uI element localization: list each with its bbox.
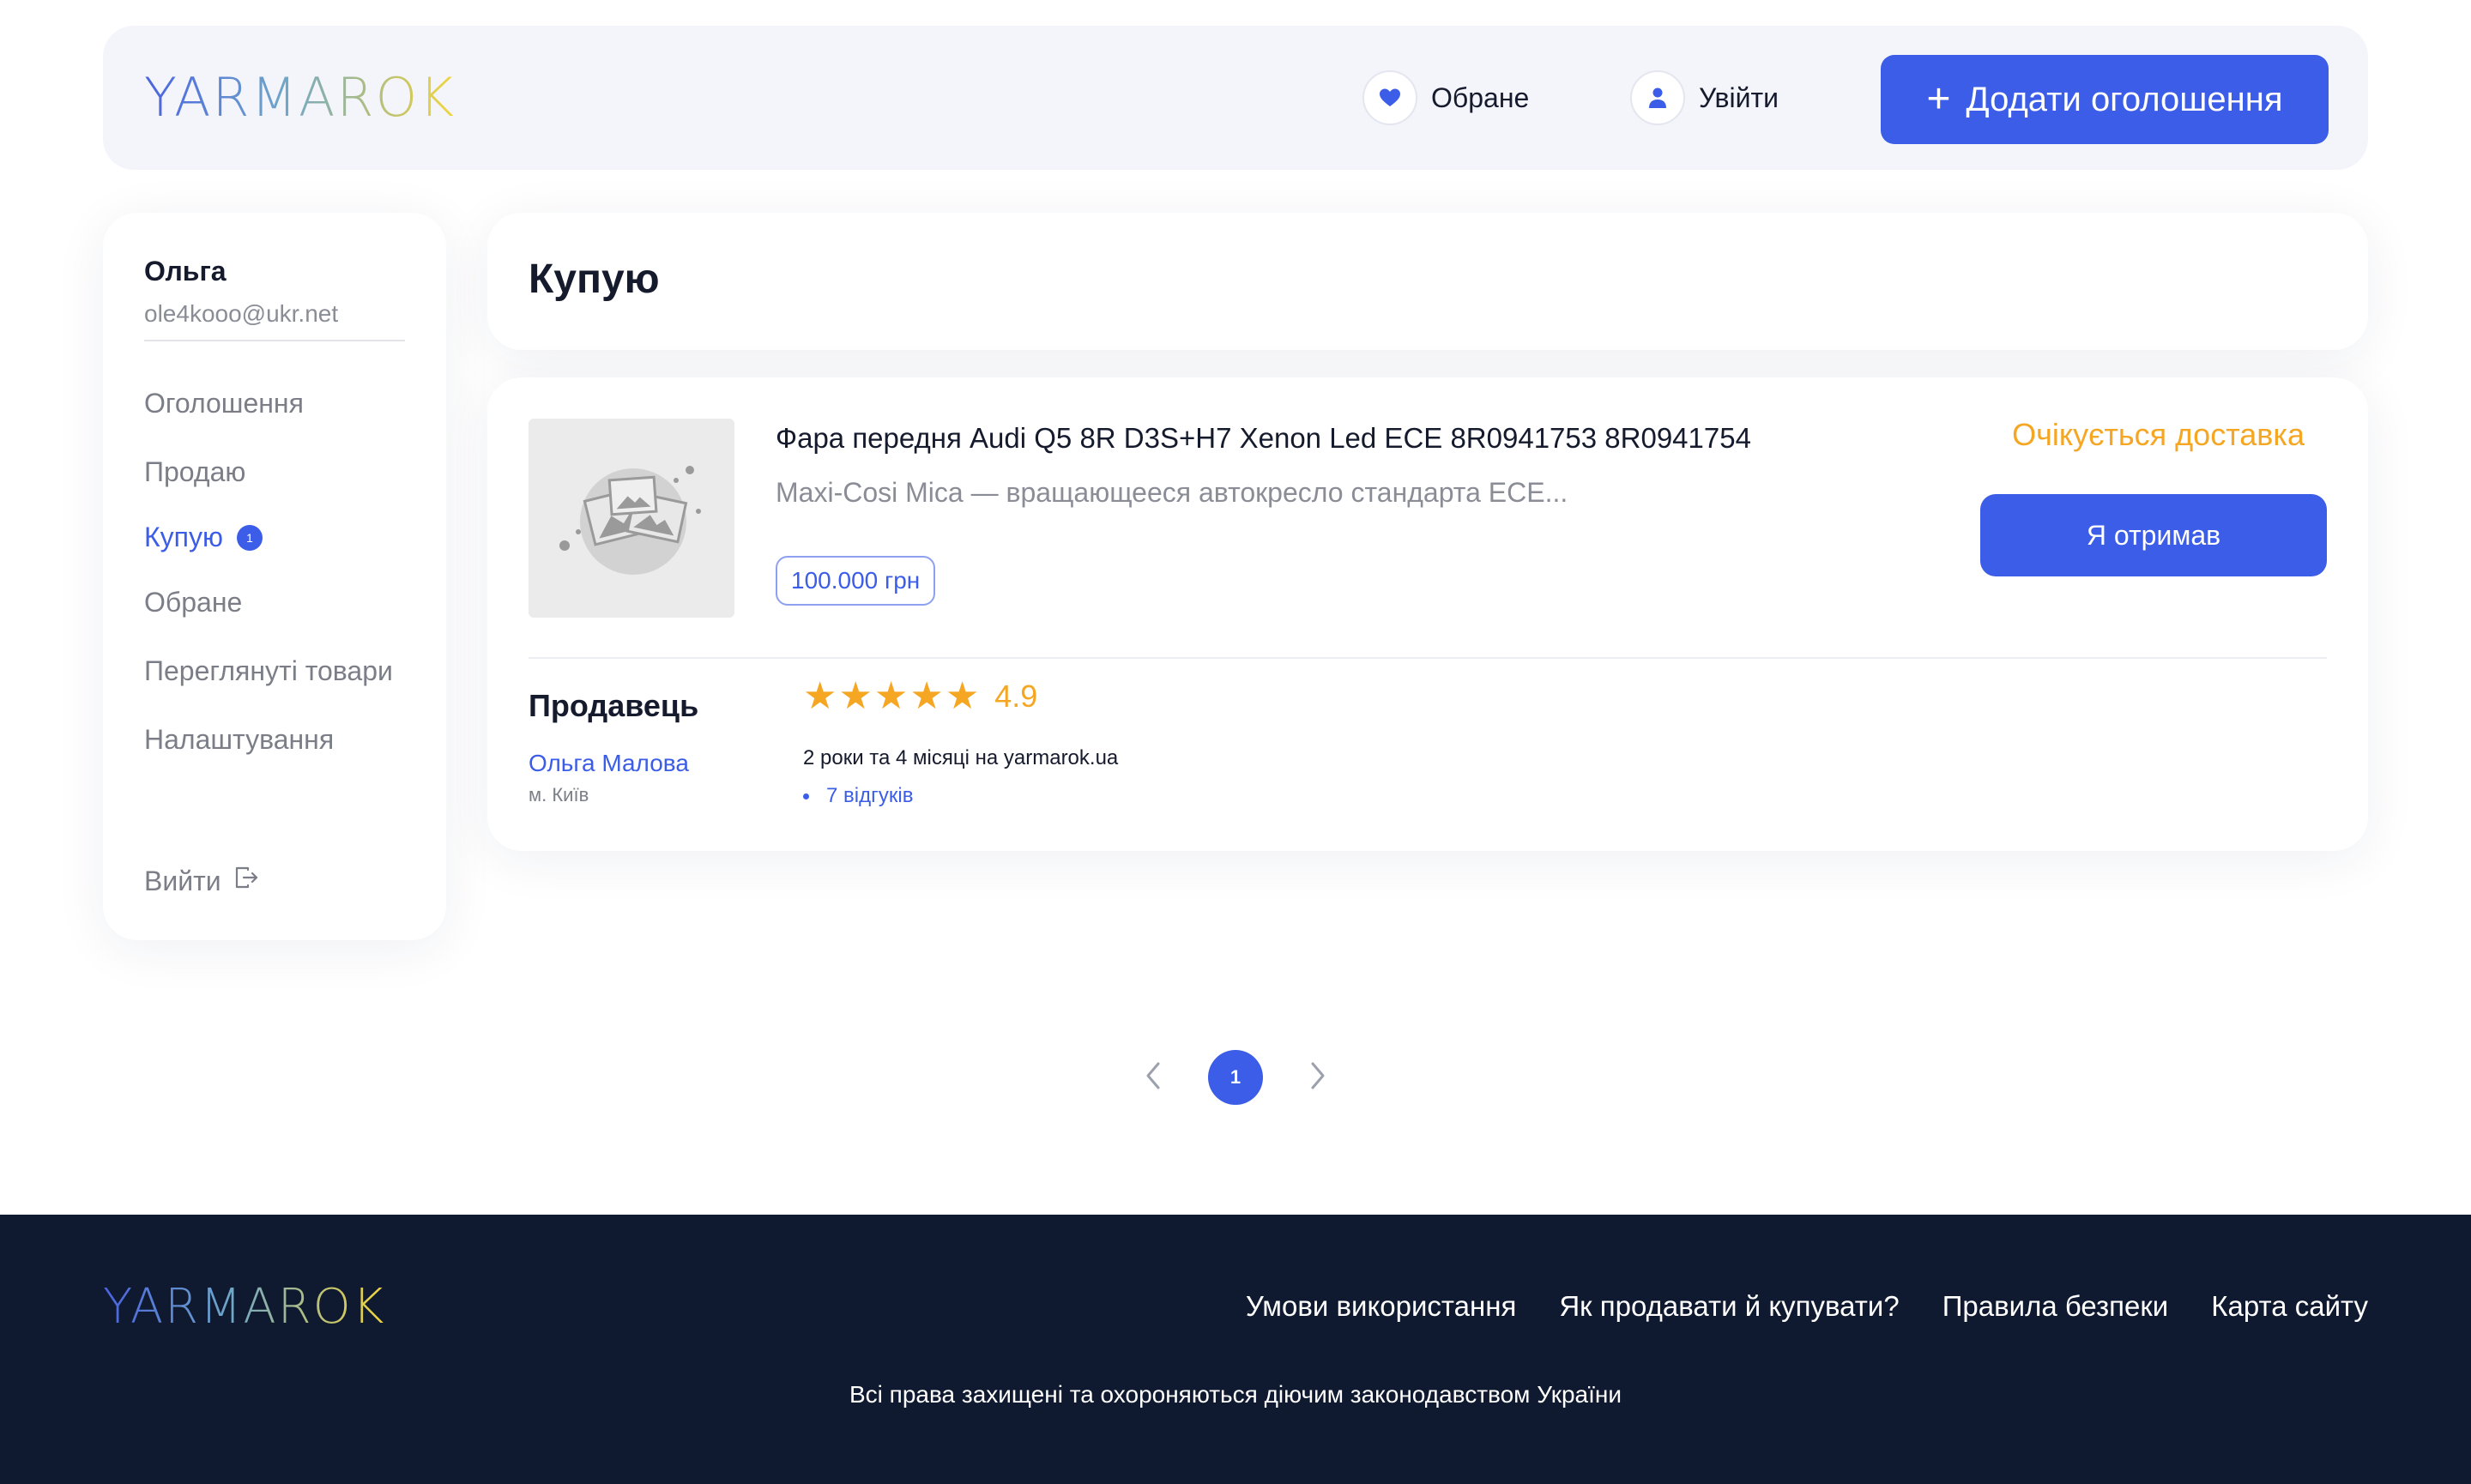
pagination-next[interactable]	[1297, 1055, 1338, 1096]
favorites-link[interactable]: Обране	[1362, 70, 1529, 125]
logo-wordmark: YARMAROK	[103, 1279, 386, 1335]
logo-wordmark: YARMAROK	[144, 66, 456, 129]
account-sidebar: Ольга ole4kooo@ukr.net Оголошення Продаю…	[103, 213, 446, 940]
plus-icon: +	[1926, 76, 1951, 122]
footer-link-how-to[interactable]: Як продавати й купувати?	[1559, 1290, 1899, 1323]
logout-label: Вийти	[144, 865, 221, 896]
product-description: Maxi-Cosi Mica — вращающееся автокресло …	[776, 477, 1568, 508]
add-listing-button[interactable]: + Додати оголошення	[1881, 55, 2329, 144]
user-name: Ольга	[144, 256, 227, 287]
sidebar-divider	[144, 340, 405, 341]
footer-link-sitemap[interactable]: Карта сайту	[2211, 1290, 2368, 1323]
star-icon: ★	[838, 675, 873, 717]
footer-link-safety[interactable]: Правила безпеки	[1942, 1290, 2169, 1323]
user-email: ole4kooo@ukr.net	[144, 300, 339, 327]
order-card: Фара передня Audi Q5 8R D3S+H7 Xenon Led…	[487, 377, 2368, 851]
star-icon: ★	[803, 675, 837, 717]
favorites-label: Обране	[1431, 81, 1530, 113]
sidebar-item-selling[interactable]: Продаю	[144, 456, 245, 488]
reviews-link[interactable]: 7 відгуків	[803, 784, 913, 808]
seller-city: м. Київ	[529, 784, 589, 805]
bullet-icon	[803, 793, 809, 799]
product-title[interactable]: Фара передня Audi Q5 8R D3S+H7 Xenon Led…	[776, 422, 1751, 455]
product-image-placeholder[interactable]	[529, 419, 734, 618]
seller-heading: Продавець	[529, 688, 699, 723]
site-footer: YARMAROK Умови використання Як продавати…	[0, 1215, 2471, 1484]
chevron-right-icon	[1311, 1062, 1325, 1089]
star-icon: ★	[873, 675, 909, 717]
sidebar-item-viewed[interactable]: Переглянуті товари	[144, 655, 393, 687]
footer-links: Умови використання Як продавати й купува…	[1246, 1290, 2368, 1323]
image-placeholder-icon	[559, 466, 701, 575]
sidebar-item-label: Купую	[144, 522, 223, 552]
copyright-text: Всі права захищені та охороняються діючи…	[849, 1381, 1622, 1408]
count-badge: 1	[236, 524, 263, 551]
page-title: Купую	[529, 256, 660, 302]
rating-value: 4.9	[994, 679, 1038, 714]
sidebar-item-label: Налаштування	[144, 724, 335, 755]
add-listing-label: Додати оголошення	[1966, 80, 2283, 118]
reviews-label: 7 відгуків	[826, 784, 914, 807]
seller-rating: ★ ★ ★ ★ ★ 4.9	[803, 678, 1037, 715]
star-icon: ★	[909, 675, 944, 717]
chevron-left-icon	[1146, 1062, 1160, 1089]
received-button[interactable]: Я отримав	[1980, 494, 2327, 576]
seller-name-link[interactable]: Ольга Малова	[529, 750, 689, 777]
sidebar-item-label: Продаю	[144, 456, 246, 487]
sidebar-item-label: Переглянуті товари	[144, 655, 393, 686]
pagination-page[interactable]: 1	[1208, 1050, 1263, 1105]
sidebar-item-listings[interactable]: Оголошення	[144, 388, 304, 419]
seller-membership: 2 роки та 4 місяці на yarmarok.ua	[803, 746, 1119, 769]
star-icon: ★	[945, 675, 980, 717]
logout-icon	[233, 865, 259, 897]
sidebar-item-label: Обране	[144, 587, 243, 618]
heart-icon	[1362, 70, 1417, 125]
price-tag: 100.000 грн	[776, 556, 936, 606]
sidebar-item-label: Оголошення	[144, 388, 304, 419]
sidebar-item-favorites[interactable]: Обране	[144, 587, 242, 618]
card-divider	[529, 657, 2327, 659]
delivery-status: Очікується доставка	[2012, 417, 2305, 452]
footer-logo[interactable]: YARMAROK	[103, 1283, 385, 1331]
yarmarok-logo[interactable]: YARMAROK	[144, 66, 456, 129]
logout-button[interactable]: Вийти	[144, 865, 259, 897]
pagination-prev[interactable]	[1133, 1055, 1174, 1096]
login-label: Увійти	[1699, 81, 1779, 113]
footer-link-terms[interactable]: Умови використання	[1246, 1290, 1516, 1323]
login-link[interactable]: Увійти	[1630, 70, 1779, 125]
sidebar-item-buying[interactable]: Купую 1	[144, 522, 263, 553]
sidebar-item-settings[interactable]: Налаштування	[144, 724, 334, 756]
user-icon	[1630, 70, 1685, 125]
site-header: YARMAROK Обране Увійти + Додати оголошен…	[103, 26, 2368, 170]
page-title-card: Купую	[487, 213, 2368, 350]
